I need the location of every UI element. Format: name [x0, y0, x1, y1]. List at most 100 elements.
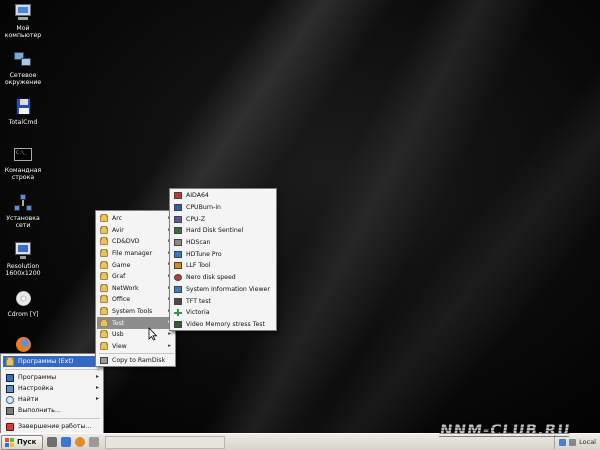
test-item-vmt[interactable]: Video Memory stress Test [171, 319, 275, 331]
tft-test-icon [174, 297, 182, 305]
desktop-icon-label: Cdrom [Y] [7, 311, 39, 318]
settings-icon [6, 384, 14, 393]
submenu-item-avir[interactable]: Avir ▸ [97, 225, 174, 237]
start-menu-item-label: Программы [18, 374, 57, 381]
taskbar-buttons-area [105, 435, 225, 449]
submenu-item-label: Avir [112, 226, 124, 234]
desktop-icon-label: Resolution 1600x1200 [5, 263, 41, 277]
submenu-item-copy-to-ramdisk[interactable]: Copy to RamDisk [97, 355, 174, 367]
submenu-item-label: Office [112, 296, 131, 304]
start-button[interactable]: Пуск [1, 434, 43, 450]
start-menu-item-label: Найти [18, 396, 39, 403]
submenu-item-office[interactable]: Office ▸ [97, 294, 174, 306]
test-item-cpuz[interactable]: CPU-Z [171, 213, 275, 225]
desktop-icon-network-setup[interactable]: Установка сети [0, 193, 46, 229]
test-item-victoria[interactable]: Victoria [171, 307, 275, 319]
quicklaunch-totalcmd-icon[interactable] [89, 437, 99, 447]
desktop-icon-command-prompt[interactable]: Командная строка [0, 145, 46, 181]
tray-clock[interactable]: Local [579, 438, 596, 446]
start-menu-item-label: Программы (Ext) [18, 358, 74, 365]
programs-ext-icon [6, 356, 14, 366]
test-item-label: System Information Viewer [186, 285, 270, 293]
tray-network-icon[interactable] [559, 438, 567, 446]
submenu-item-label: Arc [112, 215, 123, 223]
folder-icon [100, 295, 108, 304]
start-button-label: Пуск [17, 438, 37, 446]
start-menu-item-settings[interactable]: Настройка ▸ [3, 383, 102, 394]
test-item-aida64[interactable]: AIDA64 [171, 190, 275, 202]
test-item-tft-test[interactable]: TFT test [171, 295, 275, 307]
test-item-siv[interactable]: System Information Viewer [171, 284, 275, 296]
hdsentinel-icon [174, 227, 182, 235]
programs-icon [6, 373, 14, 382]
folder-icon [100, 225, 108, 234]
test-item-label: AIDA64 [186, 192, 209, 200]
quicklaunch-firefox-icon[interactable] [75, 437, 85, 447]
chevron-right-icon: ▸ [95, 384, 99, 391]
menu-separator [99, 353, 174, 354]
submenu-item-view[interactable]: View ▸ [97, 341, 174, 353]
quicklaunch-desktop-icon[interactable] [47, 437, 57, 447]
folder-icon [100, 214, 108, 223]
hdscan-icon [174, 239, 182, 247]
start-menu-item-programs[interactable]: Программы ▸ [3, 372, 102, 383]
cpuburn-icon [174, 203, 182, 211]
quicklaunch-explorer-icon[interactable] [61, 437, 71, 447]
test-item-nero[interactable]: Nero disk speed [171, 272, 275, 284]
submenu-item-network[interactable]: NetWork ▸ [97, 283, 174, 295]
test-item-hdsentinel[interactable]: Hard Disk Sentinel [171, 225, 275, 237]
hdtune-icon [174, 250, 182, 258]
folder-icon [100, 307, 108, 316]
start-menu-item-programs-ext[interactable]: Программы (Ext) ▸ [3, 356, 102, 367]
test-item-label: LLF Tool [186, 262, 211, 270]
submenu-item-system-tools[interactable]: System Tools ▸ [97, 306, 174, 318]
submenu-item-arc[interactable]: Arc ▸ [97, 213, 174, 225]
submenu-item-label: Copy to RamDisk [112, 357, 166, 365]
submenu-item-file-manager[interactable]: File manager ▸ [97, 248, 174, 260]
test-item-label: HDTune Pro [186, 250, 222, 258]
desktop-icon-totalcmd[interactable]: TotalCmd [0, 97, 46, 126]
desktop-icon-network[interactable]: Сетевое окружение [0, 50, 46, 86]
test-item-llftool[interactable]: LLF Tool [171, 260, 275, 272]
total-commander-icon [12, 97, 34, 117]
submenu-item-label: Graf [112, 273, 126, 281]
test-item-label: Video Memory stress Test [186, 320, 265, 328]
chevron-right-icon: ▸ [95, 373, 99, 380]
cdrom-icon [12, 289, 34, 309]
start-menu-item-label: Выполнить... [18, 407, 61, 414]
cpuz-icon [174, 215, 182, 223]
submenu-item-label: CD&DVD [112, 238, 140, 246]
test-item-label: HDScan [186, 239, 211, 247]
run-icon [6, 406, 14, 415]
test-item-label: TFT test [186, 297, 211, 305]
start-menu-item-label: Настройка [18, 385, 54, 392]
ramdisk-icon [100, 357, 108, 365]
submenu-item-usb[interactable]: Usb ▸ [97, 329, 174, 341]
submenu-item-label: Game [112, 261, 131, 269]
test-item-cpuburn[interactable]: CPUBurn-in [171, 202, 275, 214]
test-item-hdtune[interactable]: HDTune Pro [171, 249, 275, 261]
submenu-item-label: Usb [112, 331, 124, 339]
firefox-icon [12, 335, 34, 355]
desktop-icon-my-computer[interactable]: Мой компьютер [0, 3, 46, 39]
start-menu-item-shutdown[interactable]: Завершение работы... [3, 421, 102, 432]
start-menu-item-search[interactable]: Найти ▸ [3, 394, 102, 405]
desktop-icon-cdrom[interactable]: Cdrom [Y] [0, 289, 46, 318]
start-menu-item-run[interactable]: Выполнить... [3, 405, 102, 416]
submenu-item-game[interactable]: Game ▸ [97, 259, 174, 271]
llftool-icon [174, 262, 182, 270]
test-item-hdscan[interactable]: HDScan [171, 237, 275, 249]
siv-icon [174, 285, 182, 293]
tray-volume-icon[interactable] [569, 438, 577, 446]
chevron-right-icon: ▸ [95, 395, 99, 402]
menu-separator [5, 369, 100, 370]
test-item-label: Hard Disk Sentinel [186, 227, 244, 235]
submenu-item-test[interactable]: Test ▸ [97, 317, 174, 329]
submenu-item-cd-dvd[interactable]: CD&DVD ▸ [97, 236, 174, 248]
desktop-icon-resolution[interactable]: Resolution 1600x1200 [0, 241, 46, 277]
mouse-cursor-icon [148, 327, 158, 341]
desktop-icon-label: Мой компьютер [4, 25, 42, 39]
desktop-icon-label: Командная строка [4, 167, 42, 181]
monitor-icon [12, 241, 34, 261]
submenu-item-graf[interactable]: Graf ▸ [97, 271, 174, 283]
